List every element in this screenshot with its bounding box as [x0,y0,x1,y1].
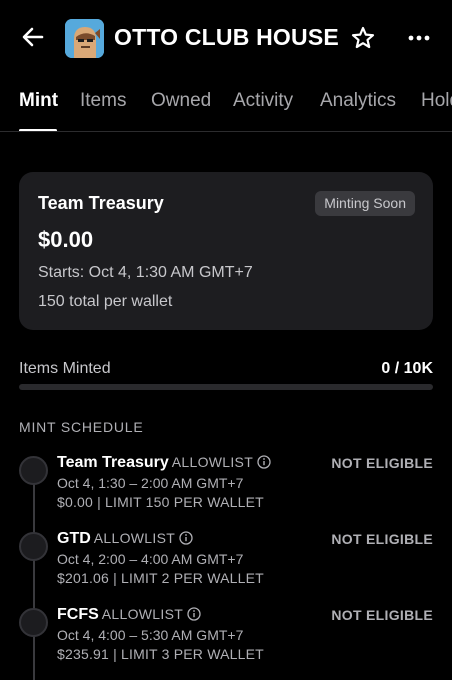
start-time: Starts: Oct 4, 1:30 AM GMT+7 [38,264,253,281]
timeline-dot [19,608,48,637]
stage-price-limit: $0.00 | LIMIT 150 PER WALLET [57,494,264,510]
tab-analytics[interactable]: Analytics [320,90,396,112]
active-tab-indicator [19,129,57,131]
otter-avatar-icon [65,19,104,58]
info-icon[interactable] [187,607,201,621]
schedule-stage: Team Treasury ALLOWLIST NOT ELIGIBLE Oct … [0,454,452,524]
timeline-dot [19,456,48,485]
stage-name-row: GTD ALLOWLIST [57,530,193,548]
schedule-stage: FCFS ALLOWLIST NOT ELIGIBLE Oct 4, 4:00 –… [0,606,452,676]
stage-price-limit: $235.91 | LIMIT 3 PER WALLET [57,646,264,662]
stage-name-row: Team Treasury ALLOWLIST [57,454,271,472]
items-minted-count: 0 / 10K [381,360,433,377]
more-options-button[interactable] [406,26,432,50]
mint-price: $0.00 [38,227,94,252]
star-outline-icon [351,26,375,49]
eligibility-status: NOT ELIGIBLE [331,607,433,623]
eligibility-status: NOT ELIGIBLE [331,455,433,471]
top-bar: OTTO CLUB HOUSE [0,0,452,78]
stage-name: Team Treasury [57,454,169,471]
items-minted-label: Items Minted [19,360,111,377]
stage-title: Team Treasury [38,193,164,213]
current-stage-card: Team Treasury Minting Soon $0.00 Starts:… [19,172,433,330]
stage-type: ALLOWLIST [101,606,184,622]
wallet-limit: 150 total per wallet [38,293,173,310]
arrow-left-icon [22,27,44,47]
tab-bar: Mint Items Owned Activity Analytics Hold… [0,90,452,132]
collection-title: OTTO CLUB HOUSE [114,24,339,50]
tab-items[interactable]: Items [80,90,126,112]
stage-time: Oct 4, 2:00 – 4:00 AM GMT+7 [57,551,244,567]
stage-name: GTD [57,530,91,547]
info-icon[interactable] [179,531,193,545]
stage-time: Oct 4, 4:00 – 5:30 AM GMT+7 [57,627,244,643]
back-button[interactable] [20,24,46,50]
status-badge: Minting Soon [315,191,415,216]
stage-type: ALLOWLIST [93,530,176,546]
stage-name-row: FCFS ALLOWLIST [57,606,201,624]
schedule-stage: GTD ALLOWLIST NOT ELIGIBLE Oct 4, 2:00 – … [0,530,452,600]
tab-activity[interactable]: Activity [233,90,293,112]
stage-name: FCFS [57,606,99,623]
info-icon[interactable] [257,455,271,469]
tab-owned[interactable]: Owned [151,90,211,112]
ellipsis-icon [408,35,430,41]
timeline-dot [19,532,48,561]
stage-type: ALLOWLIST [171,454,254,470]
tab-holders[interactable]: Holders [421,90,452,112]
eligibility-status: NOT ELIGIBLE [331,531,433,547]
stage-time: Oct 4, 1:30 – 2:00 AM GMT+7 [57,475,244,491]
tab-mint[interactable]: Mint [19,90,58,112]
collection-avatar[interactable] [65,19,104,58]
favorite-button[interactable] [350,25,376,51]
stage-price-limit: $201.06 | LIMIT 2 PER WALLET [57,570,264,586]
mint-schedule-heading: MINT SCHEDULE [19,419,144,435]
mint-progress-bar [19,384,433,390]
